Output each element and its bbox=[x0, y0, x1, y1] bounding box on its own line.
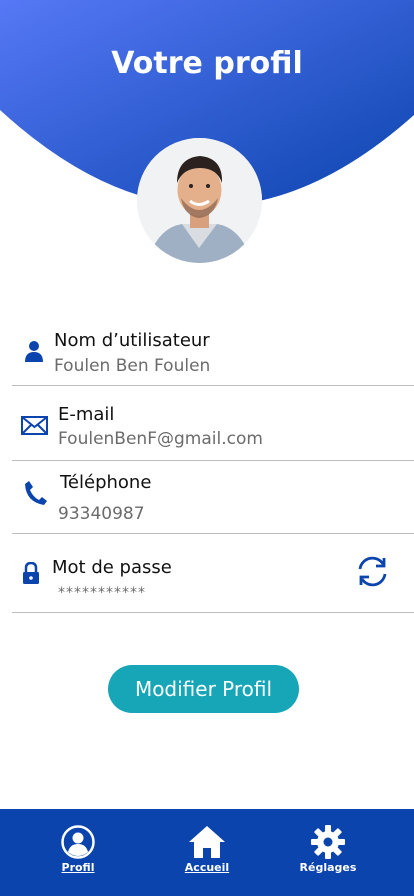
profile-circle-icon bbox=[61, 825, 95, 863]
divider bbox=[12, 460, 414, 461]
avatar bbox=[137, 138, 262, 263]
username-value: Foulen Ben Foulen bbox=[54, 356, 211, 376]
divider bbox=[12, 533, 414, 534]
password-value: *********** bbox=[58, 585, 146, 601]
edit-profile-button[interactable]: Modifier Profil bbox=[108, 665, 299, 713]
divider bbox=[12, 612, 414, 613]
nav-item-reglages[interactable]: Réglages bbox=[296, 809, 360, 896]
password-label: Mot de passe bbox=[52, 557, 172, 578]
home-icon bbox=[188, 825, 226, 863]
username-label: Nom d’utilisateur bbox=[54, 330, 210, 351]
phone-value: 93340987 bbox=[58, 504, 145, 524]
email-field[interactable]: E-mail FoulenBenF@gmail.com bbox=[12, 402, 414, 460]
username-field[interactable]: Nom d’utilisateur Foulen Ben Foulen bbox=[12, 328, 414, 386]
nav-item-accueil[interactable]: Accueil bbox=[176, 809, 238, 896]
email-value: FoulenBenF@gmail.com bbox=[58, 429, 263, 449]
password-field[interactable]: Mot de passe *********** bbox=[12, 555, 414, 612]
gear-icon bbox=[311, 825, 345, 863]
divider bbox=[12, 385, 414, 386]
bottom-navigation: Profil Accueil Réglages bbox=[0, 809, 414, 896]
nav-label-accueil: Accueil bbox=[184, 861, 230, 874]
email-label: E-mail bbox=[58, 404, 115, 425]
nav-label-profil: Profil bbox=[61, 861, 95, 874]
phone-field[interactable]: Téléphone 93340987 bbox=[12, 470, 414, 533]
nav-label-reglages: Réglages bbox=[299, 861, 357, 874]
nav-item-profil[interactable]: Profil bbox=[47, 809, 109, 896]
phone-label: Téléphone bbox=[60, 472, 152, 493]
page-title: Votre profil bbox=[111, 46, 303, 81]
refresh-icon[interactable] bbox=[356, 555, 389, 592]
